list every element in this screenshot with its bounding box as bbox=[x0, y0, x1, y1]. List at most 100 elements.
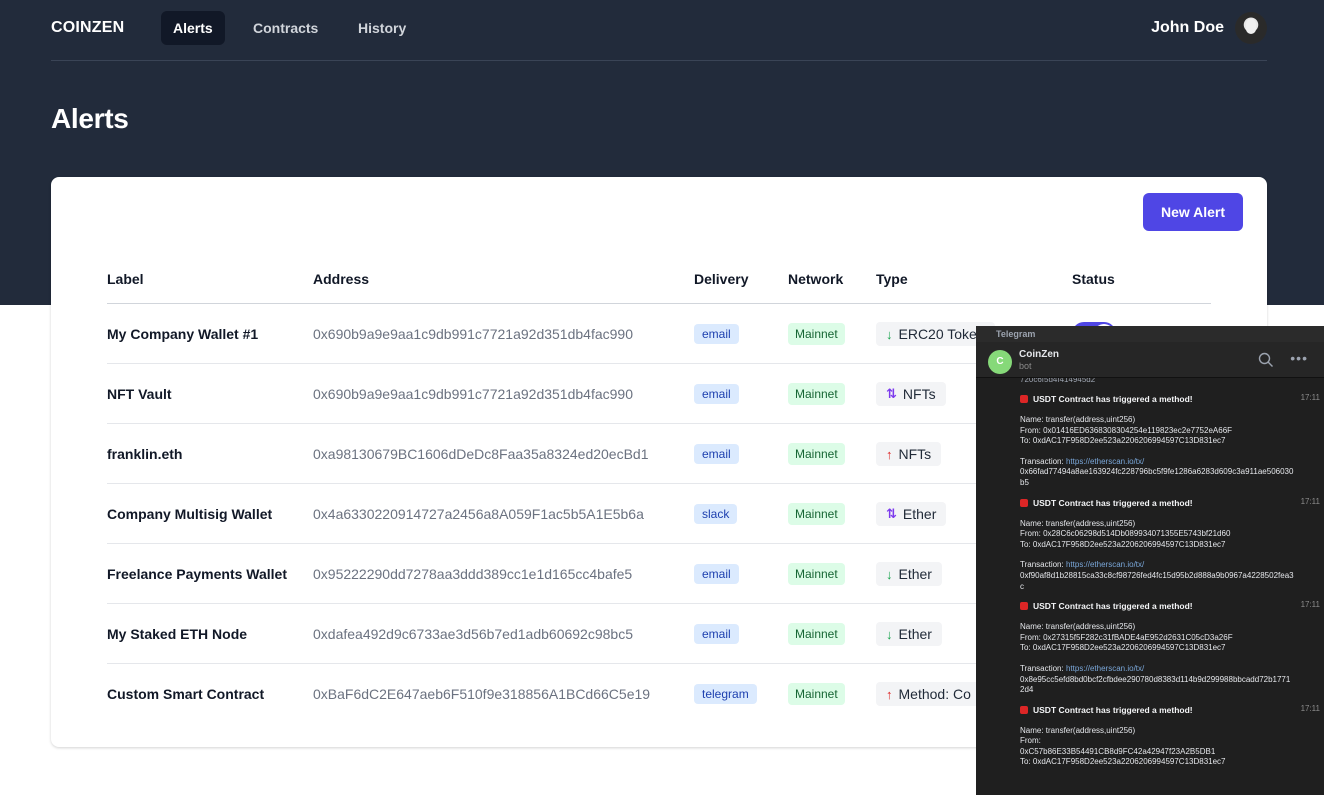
row-address: 0xa98130679BC1606dDeDc8Faa35a8324ed20ecB… bbox=[313, 446, 649, 462]
message-details: Name: transfer(address,uint256) From: 0x2… bbox=[1020, 519, 1294, 551]
row-label: Freelance Payments Wallet bbox=[107, 566, 288, 582]
message-title: USDT Contract has triggered a method! bbox=[1020, 600, 1294, 612]
chat-subtitle: bot bbox=[1019, 361, 1032, 371]
nav-history[interactable]: History bbox=[346, 11, 418, 45]
network-badge: Mainnet bbox=[788, 563, 845, 585]
nav-contracts[interactable]: Contracts bbox=[241, 11, 330, 45]
message-title: USDT Contract has triggered a method! bbox=[1020, 704, 1294, 716]
row-network: Mainnet bbox=[788, 544, 845, 604]
transaction-hash: 0x66fad77494a8ae163924fc228796bc5f9fe128… bbox=[1020, 467, 1294, 487]
to-address: To: 0xdAC17F958D2ee523a2206206994597C13D… bbox=[1020, 643, 1226, 653]
message-time: 17:11 bbox=[1300, 600, 1320, 610]
alarm-icon bbox=[1020, 602, 1028, 611]
method-name: Name: transfer(address,uint256) bbox=[1020, 725, 1136, 735]
chat-message: USDT Contract has triggered a method! 17:… bbox=[1020, 497, 1320, 593]
avatar[interactable] bbox=[1235, 12, 1267, 44]
message-time: 17:11 bbox=[1300, 496, 1320, 506]
chat-message: USDT Contract has triggered a method! 17:… bbox=[1020, 393, 1320, 489]
telegram-window[interactable]: Telegram C CoinZen bot ••• 720c6f5d4f414… bbox=[976, 326, 1324, 795]
transaction-block: Transaction: https://etherscan.io/tx/0xf… bbox=[1020, 560, 1294, 592]
row-label: franklin.eth bbox=[107, 446, 183, 462]
alarm-icon bbox=[1020, 498, 1028, 507]
message-details: Name: transfer(address,uint256) From: 0x2… bbox=[1020, 622, 1294, 654]
row-label: My Staked ETH Node bbox=[107, 626, 248, 642]
row-delivery: email bbox=[694, 604, 739, 664]
message-title-text: USDT Contract has triggered a method! bbox=[1033, 601, 1193, 612]
type-label: ERC20 Token bbox=[898, 326, 985, 342]
row-delivery: email bbox=[694, 544, 739, 604]
nav-alerts[interactable]: Alerts bbox=[161, 11, 225, 45]
message-title-text: USDT Contract has triggered a method! bbox=[1033, 704, 1193, 715]
col-type: Type bbox=[876, 271, 908, 287]
row-type: ⇅ NFTs bbox=[876, 364, 946, 424]
arrow-up-icon: ↑ bbox=[886, 446, 893, 462]
chat-avatar[interactable]: C bbox=[988, 350, 1012, 374]
delivery-badge: email bbox=[694, 384, 739, 404]
network-badge: Mainnet bbox=[788, 443, 845, 465]
delivery-badge: email bbox=[694, 564, 739, 584]
row-delivery: email bbox=[694, 424, 739, 484]
transaction-link[interactable]: https://etherscan.io/tx/ bbox=[1066, 560, 1144, 569]
method-name: Name: transfer(address,uint256) bbox=[1020, 518, 1136, 528]
transaction-block: Transaction: https://etherscan.io/tx/0x6… bbox=[1020, 457, 1294, 489]
top-nav: COINZEN Alerts Contracts History John Do… bbox=[51, 0, 1267, 61]
row-delivery: slack bbox=[694, 484, 738, 544]
type-label: NFTs bbox=[902, 386, 936, 402]
type-pill: ⇅ NFTs bbox=[876, 382, 946, 406]
row-delivery: telegram bbox=[694, 664, 757, 724]
message-title-text: USDT Contract has triggered a method! bbox=[1033, 394, 1193, 404]
type-pill: ↑ NFTs bbox=[876, 442, 942, 466]
telegram-title: Telegram bbox=[976, 326, 1324, 342]
row-type: ↓ Ether bbox=[876, 544, 942, 604]
chat-messages: 720c6f5d4f414945d2 USDT Contract has tri… bbox=[976, 378, 1324, 795]
row-label: Company Multisig Wallet bbox=[107, 506, 273, 522]
row-network: Mainnet bbox=[788, 364, 845, 424]
type-label: NFTs bbox=[898, 446, 932, 462]
chat-name: CoinZen bbox=[1019, 349, 1059, 360]
row-address: 0xBaF6dC2E647aeb6F510f9e318856A1BCd66C5e… bbox=[313, 686, 651, 702]
from-address: From: 0x28C6c06298d514Db089934071355E574… bbox=[1020, 529, 1231, 539]
new-alert-button[interactable]: New Alert bbox=[1143, 193, 1243, 231]
network-badge: Mainnet bbox=[788, 683, 845, 705]
arrow-up-icon: ↑ bbox=[886, 686, 893, 702]
message-title-text: USDT Contract has triggered a method! bbox=[1033, 497, 1193, 508]
user-name: John Doe bbox=[1151, 19, 1224, 36]
user-menu[interactable]: John Doe bbox=[1151, 12, 1267, 44]
arrow-both-icon: ⇅ bbox=[886, 386, 897, 401]
transaction-link[interactable]: https://etherscan.io/tx/ bbox=[1066, 664, 1144, 673]
network-badge: Mainnet bbox=[788, 323, 845, 345]
delivery-badge: email bbox=[694, 324, 739, 344]
type-label: Ether bbox=[898, 626, 932, 642]
transaction-label: Transaction: bbox=[1020, 456, 1064, 466]
from-address: From: 0x27315f5F282c31fBADE4aE952d2631C0… bbox=[1020, 632, 1233, 642]
faded-text: 720c6f5d4f414945d2 bbox=[1020, 378, 1096, 384]
chat-message: USDT Contract has triggered a method! 17:… bbox=[1020, 600, 1320, 696]
delivery-badge: telegram bbox=[694, 684, 757, 704]
alarm-icon bbox=[1020, 395, 1028, 403]
transaction-link[interactable]: https://etherscan.io/tx/ bbox=[1066, 457, 1144, 466]
delivery-badge: email bbox=[694, 624, 739, 644]
row-label: NFT Vault bbox=[107, 386, 172, 402]
arrow-down-icon: ↓ bbox=[886, 326, 893, 342]
network-badge: Mainnet bbox=[788, 623, 845, 645]
transaction-block: Transaction: https://etherscan.io/tx/0x8… bbox=[1020, 664, 1294, 696]
row-network: Mainnet bbox=[788, 664, 845, 724]
row-network: Mainnet bbox=[788, 304, 845, 364]
logo[interactable]: COINZEN bbox=[51, 19, 124, 37]
message-details: Name: transfer(address,uint256) From: 0x0… bbox=[1020, 415, 1294, 447]
network-badge: Mainnet bbox=[788, 383, 845, 405]
row-address: 0x690b9a9e9aa1c9db991c7721a92d351db4fac9… bbox=[313, 326, 633, 342]
from-address: From: 0x01416ED6368308304254e119823ec2e7… bbox=[1020, 425, 1233, 435]
col-label: Label bbox=[107, 271, 144, 287]
message-details: Name: transfer(address,uint256) From: 0xC5… bbox=[1020, 726, 1294, 768]
type-pill: ⇅ Ether bbox=[876, 502, 947, 526]
row-network: Mainnet bbox=[788, 424, 845, 484]
col-delivery: Delivery bbox=[694, 271, 749, 287]
from-address-value: 0xC57b86E33B54491CB8d9FC42a42947f23A2B5D… bbox=[1020, 746, 1216, 756]
row-delivery: email bbox=[694, 304, 739, 364]
row-address: 0x4a6330220914727a2456a8A059F1ac5b5A1E5b… bbox=[313, 506, 644, 522]
search-icon[interactable] bbox=[1258, 352, 1274, 368]
message-time: 17:11 bbox=[1300, 393, 1320, 402]
more-icon[interactable]: ••• bbox=[1290, 350, 1308, 366]
row-type: ↑ Method: Co bbox=[876, 664, 981, 724]
